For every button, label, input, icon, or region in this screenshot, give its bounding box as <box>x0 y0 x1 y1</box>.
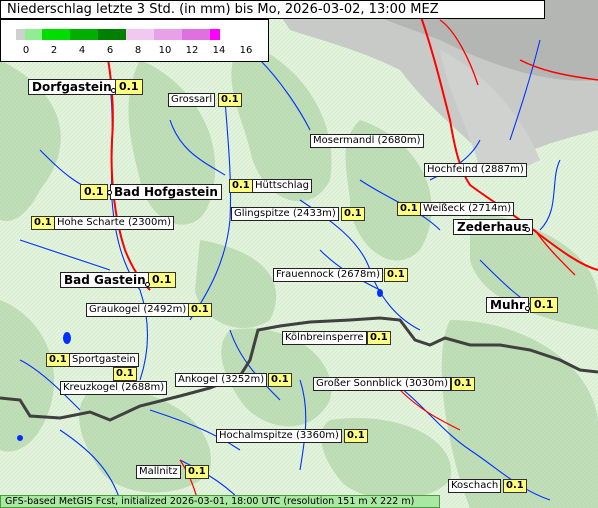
place-label-zederhaus[interactable]: Zederhaus <box>453 219 533 235</box>
place-label-huettschlag[interactable]: Hüttschlag <box>252 179 312 193</box>
legend-tick: 0 <box>22 45 30 56</box>
map-title: Niederschlag letzte 3 Std. (in mm) bis M… <box>0 0 545 19</box>
place-label-dorfgastein[interactable]: Dorfgastein <box>28 79 116 95</box>
legend-tick: 2 <box>50 45 58 56</box>
legend-color-7 <box>182 29 210 40</box>
place-label-koschach[interactable]: Koschach <box>448 479 502 493</box>
legend-color-4 <box>98 29 126 40</box>
precip-value-muhr: 0.1 <box>530 297 558 313</box>
location-marker <box>525 306 530 311</box>
location-marker <box>111 88 116 93</box>
peak-label-frauennock[interactable]: Frauennock (2678m) <box>273 268 384 282</box>
precip-value-koelnbreinsperre: 0.1 <box>367 331 391 345</box>
legend-tick: 4 <box>78 45 86 56</box>
legend-tick: 6 <box>106 45 114 56</box>
place-label-grossarl[interactable]: Grossarl <box>168 93 216 107</box>
precip-value-mallnitz: 0.1 <box>185 465 209 479</box>
legend-tick: 10 <box>158 45 172 56</box>
precip-value-bad-hofgastein: 0.1 <box>80 184 108 200</box>
precip-value-glingspitze: 0.1 <box>341 207 365 221</box>
peak-label-hohe-scharte[interactable]: Hohe Scharte (2300m) <box>54 216 174 230</box>
place-label-bad-gastein[interactable]: Bad Gastein <box>60 272 150 288</box>
legend-ticks: 0 2 4 6 8 10 12 14 16 <box>1 45 270 57</box>
legend-color-1 <box>25 29 42 40</box>
precip-value-hohe-scharte: 0.1 <box>31 216 55 230</box>
forecast-footer: GFS-based MetGIS Fcst, initialized 2026-… <box>0 495 440 508</box>
precip-value-sportgastein: 0.1 <box>46 353 70 367</box>
precip-value-koschach: 0.1 <box>503 479 527 493</box>
precip-value-grossarl: 0.1 <box>218 93 242 107</box>
peak-label-weisseck[interactable]: Weißeck (2714m) <box>420 202 515 216</box>
legend-color-3 <box>70 29 98 40</box>
legend-color-2 <box>42 29 70 40</box>
peak-label-mosermandl[interactable]: Mosermandl (2680m) <box>310 134 424 148</box>
legend-color-5 <box>126 29 154 40</box>
peak-label-grosser-sonnblick[interactable]: Großer Sonnblick (3030m) <box>313 377 452 391</box>
legend-color-0 <box>16 29 25 40</box>
precip-value-hochalmspitze: 0.1 <box>344 429 368 443</box>
peak-label-graukogel[interactable]: Graukogel (2492m) <box>86 303 190 317</box>
place-label-sportgastein[interactable]: Sportgastein <box>69 353 139 367</box>
precip-value-huettschlag: 0.1 <box>229 179 253 193</box>
peak-label-hochfeind[interactable]: Hochfeind (2887m) <box>424 163 527 177</box>
precip-value-frauennock: 0.1 <box>384 268 408 282</box>
legend-tick: 16 <box>239 45 253 56</box>
precip-value-kreuzkogel: 0.1 <box>113 367 137 381</box>
precip-value-bad-gastein: 0.1 <box>148 272 176 288</box>
legend-tick: 12 <box>185 45 199 56</box>
location-marker <box>525 227 530 232</box>
place-label-bad-hofgastein[interactable]: Bad Hofgastein <box>110 184 222 200</box>
place-label-muhr[interactable]: Muhr <box>486 297 529 313</box>
legend-tick: 8 <box>134 45 142 56</box>
place-label-mallnitz[interactable]: Mallnitz <box>136 465 181 479</box>
legend-color-bar <box>16 29 220 40</box>
location-marker <box>145 282 150 287</box>
legend-color-8 <box>210 29 220 40</box>
peak-label-kreuzkogel[interactable]: Kreuzkogel (2688m) <box>60 381 168 395</box>
map-canvas: Niederschlag letzte 3 Std. (in mm) bis M… <box>0 0 598 508</box>
peak-label-glingspitze[interactable]: Glingspitze (2433m) <box>231 207 339 221</box>
precip-value-ankogel: 0.1 <box>268 373 292 387</box>
precip-value-weisseck: 0.1 <box>397 202 421 216</box>
legend-tick: 14 <box>212 45 226 56</box>
precip-value-grosser-sonnblick: 0.1 <box>451 377 475 391</box>
peak-label-hochalmspitze[interactable]: Hochalmspitze (3360m) <box>216 429 342 443</box>
location-marker <box>107 190 112 195</box>
legend-color-6 <box>154 29 182 40</box>
precip-value-dorfgastein: 0.1 <box>115 79 143 95</box>
place-label-koelnbreinsperre[interactable]: Kölnbreinsperre <box>282 331 367 345</box>
precipitation-legend: 0 2 4 6 8 10 12 14 16 <box>0 19 269 62</box>
precip-value-graukogel: 0.1 <box>188 303 212 317</box>
peak-label-ankogel[interactable]: Ankogel (3252m) <box>175 373 268 387</box>
